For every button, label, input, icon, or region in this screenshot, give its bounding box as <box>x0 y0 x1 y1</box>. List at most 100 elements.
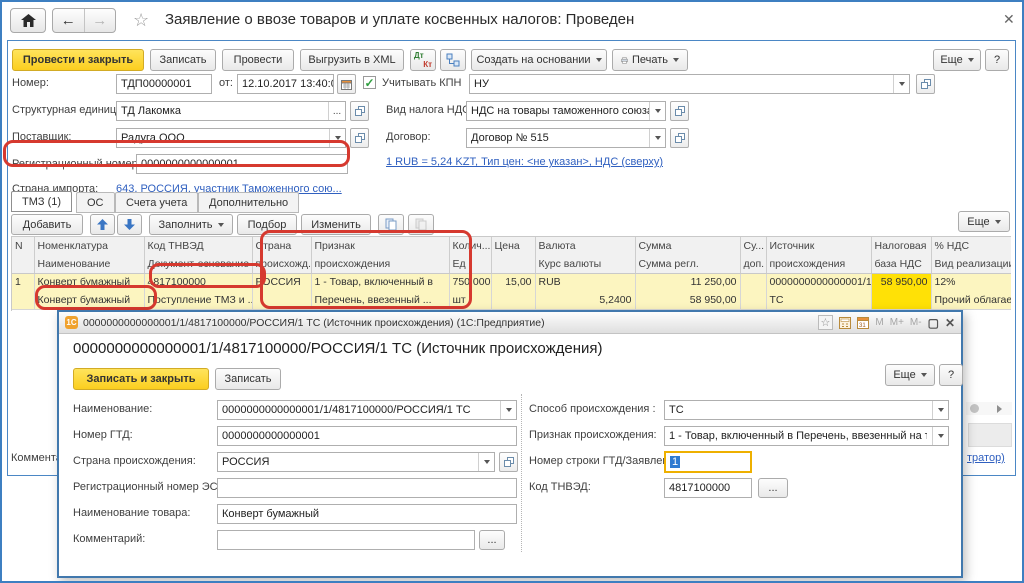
table-cell[interactable]: 1 <box>12 273 34 291</box>
move-up-button[interactable] <box>90 214 115 235</box>
registration-number-field[interactable]: 0000000000000001 <box>136 154 348 174</box>
dialog-help-button[interactable]: ? <box>939 364 963 386</box>
dropdown-button[interactable] <box>329 129 345 147</box>
dlg-country-open-button[interactable] <box>499 452 518 472</box>
table-cell[interactable] <box>252 291 311 309</box>
dlg-name-select[interactable]: 0000000000000001/1/4817100000/РОССИЯ/1 Т… <box>217 400 517 420</box>
dlg-gtd-field[interactable]: 0000000000000001 <box>217 426 517 446</box>
dlg-esf-field[interactable] <box>217 478 517 498</box>
dialog-close-icon[interactable]: ✕ <box>945 316 955 330</box>
scroll-right-arrow[interactable] <box>997 405 1002 413</box>
dlg-tnved-field[interactable]: 4817100000 <box>664 478 752 498</box>
table-cell[interactable]: Перечень, ввезенный ... <box>311 291 449 309</box>
move-down-button[interactable] <box>117 214 142 235</box>
table-cell[interactable] <box>491 291 535 309</box>
responsible-link-fragment[interactable]: тратор) <box>967 452 1005 464</box>
date-field[interactable]: 12.10.2017 13:40:03 <box>237 74 334 94</box>
dropdown-button[interactable] <box>932 427 948 445</box>
grid-more-button[interactable]: Еще <box>958 211 1010 232</box>
table-cell[interactable]: 1 - Товар, включенный в <box>311 273 449 291</box>
document-structure-button[interactable] <box>440 49 466 71</box>
dialog-titlebar[interactable]: 1С 0000000000000001/1/4817100000/РОССИЯ/… <box>59 312 961 334</box>
help-button[interactable]: ? <box>985 49 1009 71</box>
dialog-save-button[interactable]: Записать <box>215 368 281 390</box>
vendor-select[interactable]: Радуга ООО <box>116 128 346 148</box>
column-splitter[interactable] <box>521 394 522 552</box>
dlg-line-number-field[interactable]: 1 <box>664 451 752 473</box>
back-button[interactable]: ← <box>53 9 84 32</box>
number-field[interactable]: ТДП00000001 <box>116 74 212 94</box>
structural-unit-open-button[interactable] <box>350 101 369 121</box>
table-cell[interactable]: 58 950,00 <box>635 291 740 309</box>
close-icon[interactable]: ✕ <box>1003 11 1015 28</box>
table-cell[interactable]: 15,00 <box>491 273 535 291</box>
contract-open-button[interactable] <box>670 128 689 148</box>
calculator-icon[interactable] <box>839 317 851 329</box>
table-cell[interactable] <box>871 291 931 309</box>
table-cell[interactable]: 5,2400 <box>535 291 635 309</box>
tab-os[interactable]: ОС <box>76 192 115 213</box>
table-cell[interactable]: Конверт бумажный <box>34 273 144 291</box>
home-button[interactable] <box>10 8 46 33</box>
scroll-thumb[interactable] <box>970 404 979 413</box>
vat-kind-select[interactable]: НДС на товары таможенного союза, ввозимы… <box>466 101 666 121</box>
memory-mplus-button[interactable]: M+ <box>890 317 904 328</box>
dropdown-button[interactable] <box>478 453 494 471</box>
favorite-star-icon[interactable]: ☆ <box>133 10 149 31</box>
table-cell[interactable]: РОССИЯ <box>252 273 311 291</box>
post-and-close-button[interactable]: Провести и закрыть <box>12 49 144 71</box>
dropdown-button[interactable] <box>649 102 665 120</box>
post-button[interactable]: Провести <box>222 49 294 71</box>
horizontal-scrollbar[interactable] <box>966 402 1012 415</box>
items-table[interactable]: NНоменклатураКод ТНВЭДСтранаПризнакКолич… <box>12 237 1011 310</box>
tab-tmz[interactable]: ТМЗ (1) <box>11 191 72 212</box>
dropdown-button[interactable] <box>932 401 948 419</box>
structural-unit-field[interactable]: ТД Лакомка ... <box>116 101 346 121</box>
table-cell[interactable]: Конверт бумажный <box>34 291 144 309</box>
memory-mminus-button[interactable]: M- <box>910 317 922 328</box>
comment-field-fragment[interactable] <box>968 423 1012 447</box>
create-based-on-button[interactable]: Создать на основании <box>471 49 607 71</box>
copy-rows-button[interactable] <box>378 214 404 235</box>
dialog-save-close-button[interactable]: Записать и закрыть <box>73 368 209 390</box>
dialog-more-button[interactable]: Еще <box>885 364 935 386</box>
dlg-comment-field[interactable] <box>217 530 475 550</box>
table-cell[interactable]: 12% <box>931 273 1011 291</box>
kpn-open-button[interactable] <box>916 74 935 94</box>
table-cell[interactable]: 4817100000 <box>144 273 252 291</box>
dlg-country-select[interactable]: РОССИЯ <box>217 452 495 472</box>
table-cell[interactable] <box>740 273 766 291</box>
memory-m-button[interactable]: M <box>875 317 883 328</box>
pick-button[interactable]: Подбор <box>237 214 297 235</box>
add-row-button[interactable]: Добавить <box>11 214 83 235</box>
fill-button[interactable]: Заполнить <box>149 214 233 235</box>
edit-button[interactable]: Изменить <box>301 214 371 235</box>
calendar-button[interactable] <box>337 74 356 94</box>
paste-rows-button[interactable] <box>408 214 434 235</box>
table-cell[interactable]: Поступление ТМЗ и ... <box>144 291 252 309</box>
table-cell[interactable]: 58 950,00 <box>871 273 931 291</box>
table-cell[interactable]: 750,000 <box>449 273 491 291</box>
table-cell[interactable]: ТС <box>766 291 871 309</box>
forward-button[interactable]: → <box>85 9 116 32</box>
vat-kind-open-button[interactable] <box>670 101 689 121</box>
price-type-link[interactable]: 1 RUB = 5,24 KZT, Тип цен: <не указан>, … <box>386 156 663 168</box>
maximize-icon[interactable]: ▢ <box>928 316 939 330</box>
dlg-sign-select[interactable]: 1 - Товар, включенный в Перечень, ввезен… <box>664 426 949 446</box>
calendar-31-icon[interactable]: 31 <box>857 317 869 329</box>
table-cell[interactable]: 11 250,00 <box>635 273 740 291</box>
save-button[interactable]: Записать <box>150 49 216 71</box>
dropdown-button[interactable] <box>500 401 516 419</box>
choose-button[interactable]: ... <box>328 102 345 120</box>
kpn-checkbox[interactable]: ✓ <box>363 76 376 89</box>
print-button[interactable]: Печать <box>612 49 688 71</box>
table-cell[interactable]: шт <box>449 291 491 309</box>
table-cell[interactable] <box>12 291 34 309</box>
dlg-method-select[interactable]: ТС <box>664 400 949 420</box>
dlg-tnved-dots-button[interactable]: ... <box>758 478 788 498</box>
dropdown-button[interactable] <box>893 75 909 93</box>
more-button[interactable]: Еще <box>933 49 981 71</box>
export-xml-button[interactable]: Выгрузить в XML <box>300 49 404 71</box>
dlg-comment-dots-button[interactable]: ... <box>479 530 505 550</box>
kpn-select[interactable]: НУ <box>469 74 910 94</box>
